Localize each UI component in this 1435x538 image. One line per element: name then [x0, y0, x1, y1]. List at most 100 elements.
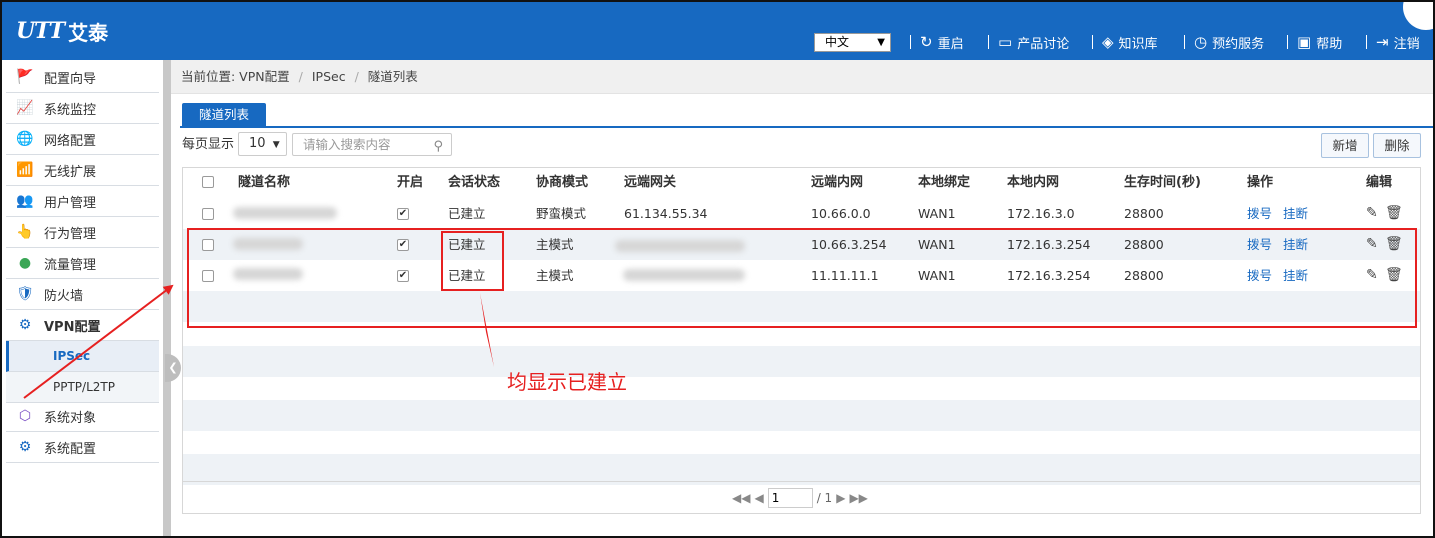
users-icon: 👥	[16, 193, 34, 209]
nav-label: 重启	[937, 36, 964, 52]
chat-icon: ▭	[998, 33, 1013, 51]
col-header-name[interactable]: 隧道名称	[238, 168, 290, 199]
table-row: ✔ 已建立 野蛮模式 61.134.55.34 10.66.0.0 WAN1 1…	[183, 198, 1420, 229]
breadcrumb-prefix: 当前位置: VPN配置	[181, 69, 290, 84]
shield-icon: 🛡	[16, 286, 34, 302]
gateway-cell: 61.134.55.34	[624, 206, 708, 221]
sidebar-item-wireless-ext[interactable]: 📶 无线扩展	[6, 155, 159, 186]
tunnel-table: 隧道名称 开启 会话状态 协商模式 远端网关 远端内网 本地绑定 本地内网 生存…	[182, 167, 1421, 514]
sidebar-collapse-toggle[interactable]: ❮	[165, 354, 181, 382]
traffic-icon: ●	[18, 255, 32, 271]
brand-logo: UTT 艾泰	[16, 16, 108, 46]
language-value: 中文	[825, 35, 850, 49]
monitor-icon: 📈	[16, 100, 34, 116]
col-header-ttl[interactable]: 生存时间(秒)	[1124, 168, 1201, 199]
nav-knowledge-base[interactable]: ◈ 知识库	[1092, 29, 1158, 55]
next-page-icon[interactable]: ▶	[836, 491, 845, 505]
col-header-local-net[interactable]: 本地内网	[1007, 168, 1059, 199]
trash-icon[interactable]: 🗑	[1385, 198, 1403, 229]
sidebar-subitem-pptp-l2tp[interactable]: PPTP/L2TP	[6, 372, 159, 403]
col-header-edit: 编辑	[1366, 175, 1393, 190]
breadcrumb-ipsec[interactable]: IPSec	[312, 69, 346, 84]
nav-divider	[1092, 35, 1093, 49]
sidebar-item-vpn-config[interactable]: ⚙ VPN配置	[6, 310, 159, 341]
brand-mark: UTT	[16, 18, 65, 44]
col-header-bind[interactable]: 本地绑定	[918, 168, 970, 199]
per-page-select[interactable]: 10 ▼	[238, 132, 287, 156]
restart-icon: ↻	[920, 33, 933, 51]
sidebar-item-label: 网络配置	[44, 133, 97, 149]
sidebar-item-label: 防火墙	[44, 288, 84, 304]
dial-link[interactable]: 拨号	[1247, 198, 1272, 229]
sidebar-item-system-monitor[interactable]: 📈 系统监控	[6, 93, 159, 124]
top-header: UTT 艾泰 中文 ▼ ↻ 重启 ▭ 产品讨论 ◈ 知识库 ◷ 预约服务 ▣ 帮…	[2, 2, 1433, 60]
first-page-icon[interactable]: ◀◀	[732, 491, 750, 505]
hand-icon: 👆	[16, 224, 34, 240]
bind-cell: WAN1	[918, 206, 956, 221]
prev-page-icon[interactable]: ◀	[754, 491, 763, 505]
nav-restart[interactable]: ↻ 重启	[910, 29, 964, 55]
select-all-checkbox[interactable]	[202, 176, 214, 188]
col-header-gateway[interactable]: 远端网关	[624, 168, 676, 199]
sidebar-item-firewall[interactable]: 🛡 防火墙	[6, 279, 159, 310]
status-cell: 已建立	[448, 206, 486, 221]
nav-product-discussion[interactable]: ▭ 产品讨论	[988, 29, 1069, 55]
col-header-status[interactable]: 会话状态	[448, 168, 500, 199]
annotation-status-box	[441, 231, 504, 291]
sidebar-item-behavior-mgmt[interactable]: 👆 行为管理	[6, 217, 159, 248]
add-button[interactable]: 新增	[1321, 133, 1369, 158]
cube-icon: ⬡	[18, 408, 32, 424]
sidebar-item-traffic-mgmt[interactable]: ● 流量管理	[6, 248, 159, 279]
mode-cell: 野蛮模式	[536, 206, 587, 221]
vpn-icon: ⚙	[18, 317, 32, 333]
col-header-remote-net[interactable]: 远端内网	[811, 168, 863, 199]
sidebar-item-label: 系统对象	[44, 410, 97, 426]
sidebar-subitem-ipsec[interactable]: IPSec	[6, 341, 159, 372]
logout-icon: ⇥	[1376, 33, 1389, 51]
nav-booking-service[interactable]: ◷ 预约服务	[1184, 29, 1264, 55]
last-page-icon[interactable]: ▶▶	[849, 491, 867, 505]
wireless-icon: 📶	[16, 162, 34, 178]
sidebar-scrollbar[interactable]	[163, 60, 171, 536]
hangup-link[interactable]: 挂断	[1283, 198, 1308, 229]
search-input[interactable]: 请输入搜索内容 ⚲	[292, 133, 452, 156]
ttl-cell: 28800	[1124, 206, 1164, 221]
sidebar-item-label: 配置向导	[44, 71, 97, 87]
delete-button[interactable]: 删除	[1373, 133, 1421, 158]
nav-help[interactable]: ▣ 帮助	[1287, 29, 1342, 55]
sidebar-item-network-config[interactable]: 🌐 网络配置	[6, 124, 159, 155]
sidebar-item-user-mgmt[interactable]: 👥 用户管理	[6, 186, 159, 217]
nav-divider	[1287, 35, 1288, 49]
tab-underline	[180, 126, 1433, 128]
nav-divider	[910, 35, 911, 49]
nav-label: 产品讨论	[1017, 36, 1070, 52]
sidebar-item-system-objects[interactable]: ⬡ 系统对象	[6, 401, 159, 432]
sidebar-item-label: VPN配置	[44, 319, 101, 335]
pagination: ◀◀ ◀ / 1 ▶ ▶▶	[732, 486, 872, 510]
col-header-enabled[interactable]: 开启	[397, 168, 423, 199]
wizard-icon: 🚩	[16, 69, 34, 85]
page-total: / 1	[816, 491, 833, 505]
search-placeholder: 请输入搜索内容	[303, 137, 391, 152]
page-number-input[interactable]	[767, 488, 813, 508]
chevron-down-icon: ▼	[877, 37, 885, 48]
nav-logout[interactable]: ⇥ 注销	[1366, 29, 1420, 55]
nav-divider	[988, 35, 989, 49]
sidebar-item-label: 系统监控	[44, 102, 97, 118]
enable-checkbox[interactable]: ✔	[397, 208, 409, 220]
nav-label: 预约服务	[1212, 36, 1265, 52]
row-checkbox[interactable]	[202, 208, 214, 220]
chevron-left-icon: ❮	[168, 361, 178, 374]
sidebar-item-config-wizard[interactable]: 🚩 配置向导	[6, 62, 159, 93]
annotation-rows-box	[187, 228, 1417, 328]
col-header-actions: 操作	[1247, 175, 1274, 190]
edit-icon[interactable]: ✎	[1366, 198, 1378, 229]
col-header-mode[interactable]: 协商模式	[536, 168, 588, 199]
sidebar-item-system-config[interactable]: ⚙ 系统配置	[6, 432, 159, 463]
language-select[interactable]: 中文 ▼	[814, 33, 891, 52]
nav-label: 帮助	[1316, 36, 1343, 52]
per-page-value: 10	[249, 136, 266, 151]
tab-tunnel-list[interactable]: 隧道列表	[182, 103, 266, 127]
sidebar-item-label: 用户管理	[44, 195, 97, 211]
redacted-name	[233, 207, 337, 219]
